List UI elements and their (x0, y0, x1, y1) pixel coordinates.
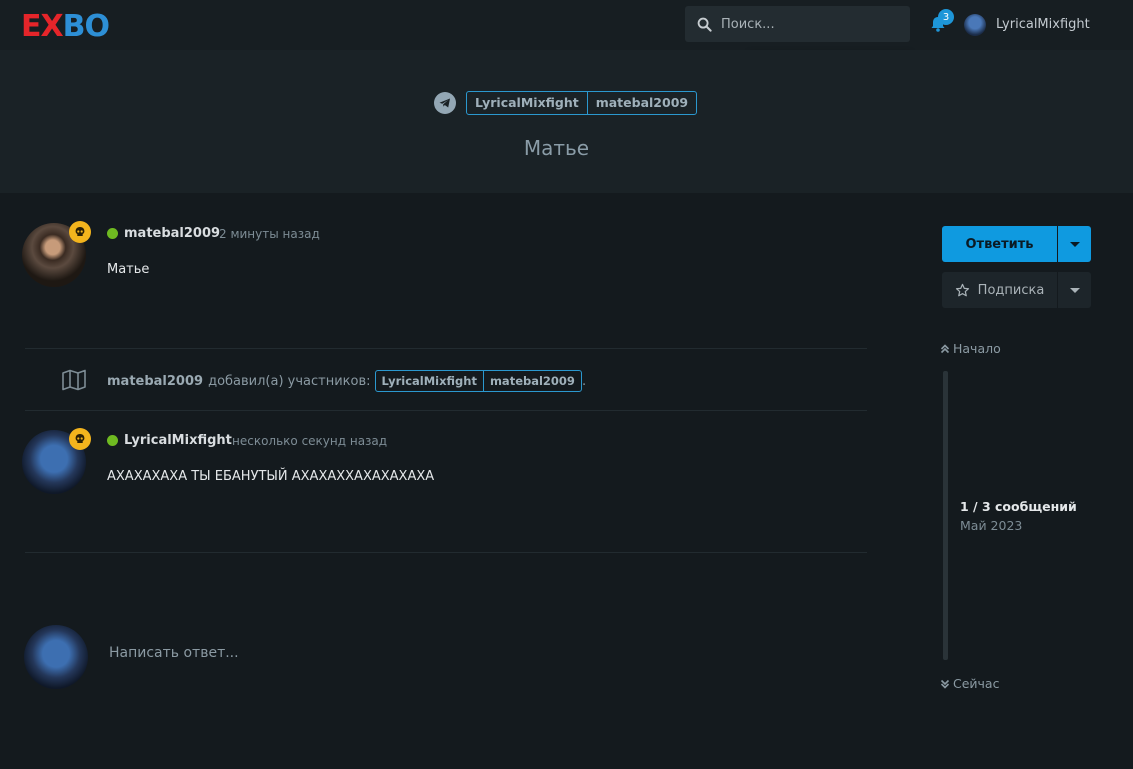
scrubber-start-label: Начало (953, 341, 1001, 356)
logo-part-2: BO (62, 8, 110, 44)
divider (25, 348, 867, 349)
divider (25, 552, 867, 553)
post-time[interactable]: несколько секунд назад (232, 434, 387, 448)
map-icon (62, 369, 86, 391)
subscribe-dropdown-button[interactable] (1058, 272, 1091, 308)
composer-avatar (24, 625, 88, 689)
post-author[interactable]: matebal2009 (124, 226, 220, 241)
logo-part-1: EX (21, 8, 64, 44)
scrubber-start[interactable]: Начало (940, 341, 1001, 356)
user-avatar[interactable] (964, 14, 986, 36)
discussion-hero (0, 50, 1133, 193)
search-input[interactable] (721, 16, 901, 32)
chevron-up-double-icon (940, 343, 950, 353)
post-body: АХАХАХАХА ТЫ ЕБАНУТЫЙ АХАХАХХАХАХАХАХА (107, 469, 435, 484)
discussion-title: Матье (523, 136, 590, 160)
telegram-icon (434, 92, 456, 114)
reply-placeholder[interactable]: Написать ответ... (109, 645, 239, 661)
event-user[interactable]: matebal2009 (107, 374, 203, 389)
search-icon (697, 17, 712, 32)
tag-participant[interactable]: matebal2009 (586, 92, 696, 114)
scrubber-date: Май 2023 (960, 518, 1023, 533)
chevron-down-double-icon (940, 679, 950, 689)
tag-participant[interactable]: LyricalMixfight (467, 92, 587, 114)
participant-tags: LyricalMixfight matebal2009 (466, 91, 698, 115)
skull-icon (69, 428, 91, 450)
event-participants-added: matebal2009 добавил(а) участников: Lyric… (107, 369, 586, 393)
post-body: Матье (107, 262, 150, 277)
scrubber-end-label: Сейчас (953, 676, 1000, 691)
scrubber-track[interactable] (943, 371, 948, 660)
online-indicator (107, 435, 118, 446)
event-action: добавил(а) участников: (208, 373, 371, 389)
subscribe-label: Подписка (977, 282, 1045, 298)
notification-badge: 3 (938, 9, 954, 25)
tag-participant[interactable]: matebal2009 (482, 371, 581, 391)
scrubber-position: 1 / 3 сообщений (960, 499, 1077, 514)
reply-dropdown-button[interactable] (1058, 226, 1091, 262)
divider (25, 410, 867, 411)
event-tags: LyricalMixfight matebal2009 (374, 370, 582, 392)
reply-button[interactable]: Ответить (942, 226, 1057, 262)
post-author[interactable]: LyricalMixfight (124, 433, 232, 448)
user-menu-name[interactable]: LyricalMixfight (996, 17, 1090, 32)
skull-icon (69, 221, 91, 243)
subscribe-button[interactable]: Подписка (942, 272, 1057, 308)
event-end: . (581, 373, 587, 389)
post-time[interactable]: 2 минуты назад (219, 227, 320, 241)
star-icon (955, 283, 969, 296)
scrubber-end[interactable]: Сейчас (940, 676, 999, 691)
site-logo[interactable]: EX BO (21, 8, 110, 44)
caret-down-icon (1069, 241, 1080, 247)
caret-down-icon (1069, 287, 1080, 293)
top-bar: EXBO 3 LyricalMixfight (0, 0, 1133, 50)
search-box[interactable] (685, 6, 910, 42)
online-indicator (107, 228, 118, 239)
tag-participant[interactable]: LyricalMixfight (376, 371, 483, 391)
